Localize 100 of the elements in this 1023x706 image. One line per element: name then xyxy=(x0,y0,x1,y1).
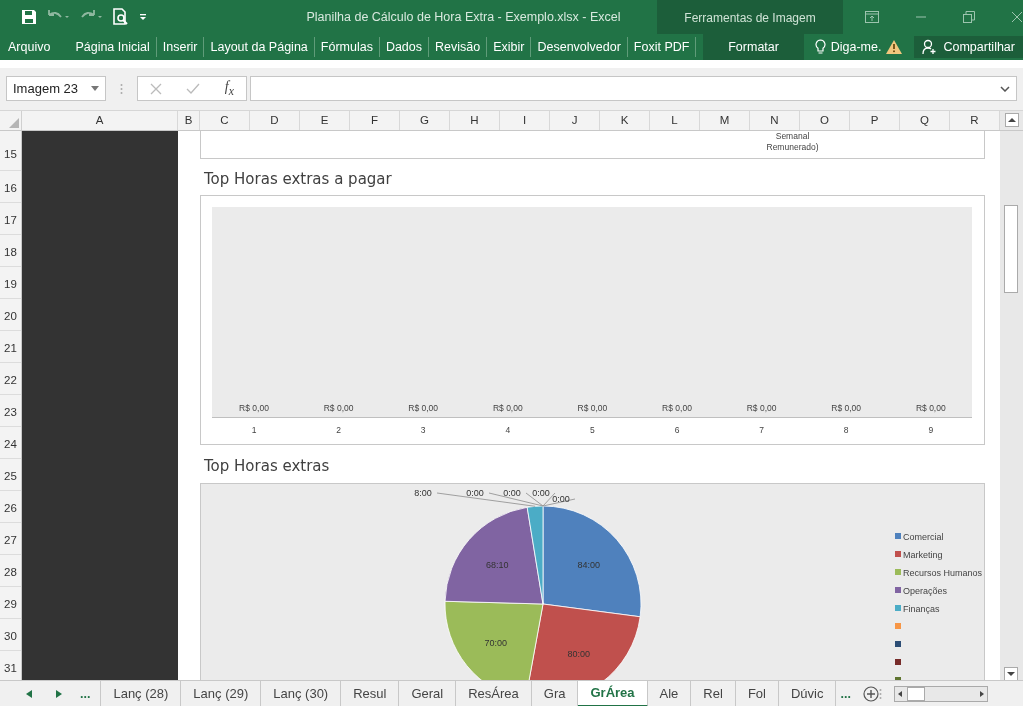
cancel-icon[interactable] xyxy=(150,82,163,95)
name-box[interactable]: Imagem 23 xyxy=(6,76,106,102)
sheet-tab[interactable]: Rel xyxy=(691,680,736,706)
row-header[interactable]: 24 xyxy=(0,426,21,459)
data-label: 68:10 xyxy=(486,559,509,570)
sheet-tab[interactable]: Resul xyxy=(341,680,400,706)
row-header[interactable]: 18 xyxy=(0,234,21,267)
text-box-line: Semanal xyxy=(775,130,810,142)
ribbon-tab[interactable]: Dados xyxy=(379,37,430,57)
data-label: R$ 0,00 xyxy=(662,402,692,413)
bar-chart[interactable]: R$ 0,00 R$ 0,00 R$ 0,00 R$ 0,00 R$ 0,00 R$ 0,00 R$ 0,00 R$ 0,00 R$ 0,00 1 2 3 4 5 6 7 8 9 xyxy=(200,194,985,445)
ribbon-tab[interactable]: Fórmulas xyxy=(314,37,380,57)
column-header[interactable]: G xyxy=(400,110,450,130)
ribbon-tab[interactable]: Inserir xyxy=(156,37,205,57)
column-header[interactable]: P xyxy=(850,110,900,130)
column-header[interactable]: Q xyxy=(900,110,950,130)
sheet-tab[interactable]: Lanç (29) xyxy=(181,680,262,706)
sheet-tab[interactable]: Lanç (30) xyxy=(261,680,342,706)
sheet-tab[interactable]: Lanç (28) xyxy=(100,680,182,706)
close-icon[interactable] xyxy=(1011,11,1023,23)
row-header[interactable]: 26 xyxy=(0,490,21,523)
tell-me-field[interactable]: Diga-me. xyxy=(830,40,882,54)
row-header[interactable]: 28 xyxy=(0,554,21,587)
column-header[interactable]: M xyxy=(700,110,750,130)
select-all-icon[interactable] xyxy=(9,117,19,128)
column-header[interactable]: H xyxy=(450,110,500,130)
legend-label: Comercial xyxy=(903,531,944,542)
axis-label: 6 xyxy=(674,424,680,435)
more-tabs-button[interactable]: ... xyxy=(840,686,851,701)
sheet-tab[interactable]: Geral xyxy=(399,680,457,706)
share-button[interactable]: Compartilhar xyxy=(914,36,1023,58)
ribbon-tab[interactable]: Foxit PDF xyxy=(627,37,697,57)
formula-input[interactable] xyxy=(250,76,1017,102)
sheet-tab[interactable]: Dúvic xyxy=(778,680,837,706)
column-header[interactable]: A xyxy=(22,110,178,130)
axis-label: 7 xyxy=(759,424,764,435)
row-header[interactable]: 16 xyxy=(0,170,21,203)
column-header[interactable]: E xyxy=(300,110,350,130)
data-label: 84:00 xyxy=(577,559,600,570)
row-header[interactable]: 30 xyxy=(0,618,21,651)
row-header[interactable]: 15 xyxy=(0,130,21,171)
horizontal-scrollbar[interactable] xyxy=(893,685,988,702)
text-box-line: Remunerado) xyxy=(766,141,819,153)
column-header[interactable]: L xyxy=(650,110,700,130)
column-header[interactable]: N xyxy=(750,110,800,130)
row-header[interactable]: 29 xyxy=(0,586,21,619)
ribbon-tab[interactable]: Revisão xyxy=(429,37,488,57)
check-icon[interactable] xyxy=(186,82,201,95)
scrollbar-thumb[interactable] xyxy=(1004,204,1018,293)
restore-icon[interactable] xyxy=(963,11,975,23)
file-tab[interactable]: Arquivo xyxy=(0,34,70,60)
column-header[interactable]: K xyxy=(600,110,650,130)
row-header[interactable]: 23 xyxy=(0,394,21,427)
print-preview-icon[interactable] xyxy=(112,8,130,26)
sheet-tab[interactable]: Fol xyxy=(735,680,779,706)
window-title: Planilha de Cálculo de Hora Extra - Exemplo.xlsx - Excel xyxy=(305,10,622,24)
data-label: 70:00 xyxy=(484,638,508,648)
expand-chevron-icon[interactable] xyxy=(1000,85,1010,92)
scroll-tabs-right-icon[interactable] xyxy=(56,689,62,698)
column-header[interactable]: C xyxy=(200,110,250,130)
row-header[interactable]: 17 xyxy=(0,202,21,235)
column-header[interactable]: J xyxy=(550,110,600,130)
column-header[interactable]: D xyxy=(250,110,300,130)
row-header[interactable]: 25 xyxy=(0,458,21,491)
ribbon-display-icon[interactable] xyxy=(865,11,879,23)
ribbon-tab[interactable]: Formatar xyxy=(703,34,804,60)
drag-handle-icon[interactable] xyxy=(878,687,882,700)
scroll-up-icon[interactable] xyxy=(1004,113,1019,128)
column-header[interactable]: I xyxy=(500,110,550,130)
row-header[interactable]: 21 xyxy=(0,330,21,363)
row-header[interactable]: 22 xyxy=(0,362,21,395)
scrollbar-thumb[interactable] xyxy=(906,686,925,701)
legend-label: Recursos Humanos xyxy=(903,567,983,578)
row-header[interactable]: 27 xyxy=(0,522,21,555)
column-header[interactable]: F xyxy=(350,110,400,130)
column-header[interactable]: B xyxy=(178,110,200,130)
sheet-tab[interactable]: ResÁrea xyxy=(456,680,532,706)
scroll-down-icon[interactable] xyxy=(1004,666,1018,680)
customize-caret-icon[interactable] xyxy=(139,13,147,21)
ribbon-tab[interactable]: Página Inicial xyxy=(69,37,157,57)
insert-function-button[interactable]: f$_{x}$ xyxy=(224,79,234,99)
warning-icon[interactable] xyxy=(886,40,903,54)
drag-handle-icon[interactable] xyxy=(120,82,123,95)
column-header[interactable]: O xyxy=(800,110,850,130)
add-sheet-icon[interactable] xyxy=(862,685,879,702)
data-label: R$ 0,00 xyxy=(408,402,439,413)
row-header[interactable]: 19 xyxy=(0,266,21,299)
pie-chart[interactable]: 84:00 80:00 70:00 68:10 8:00 0:00 0:00 0:00 0:00 Comercial Marketing Recursos Humanos Operações Finanças xyxy=(200,482,985,680)
more-tabs-button[interactable]: ... xyxy=(80,686,91,701)
sheet-tab[interactable]: GrÁrea xyxy=(578,680,648,706)
sheet-tab[interactable]: Ale xyxy=(647,680,692,706)
axis-label: 1 xyxy=(251,424,257,435)
axis-label: 4 xyxy=(505,424,511,435)
row-header[interactable]: 20 xyxy=(0,298,21,331)
data-label: 80:00 xyxy=(567,648,591,659)
ribbon-tab[interactable]: Layout da Página xyxy=(204,37,315,57)
save-icon[interactable] xyxy=(21,9,37,25)
ribbon-tab[interactable]: Exibir xyxy=(487,37,532,57)
scroll-tabs-left-icon[interactable] xyxy=(26,689,32,698)
ribbon-tab[interactable]: Desenvolvedor xyxy=(531,37,628,57)
